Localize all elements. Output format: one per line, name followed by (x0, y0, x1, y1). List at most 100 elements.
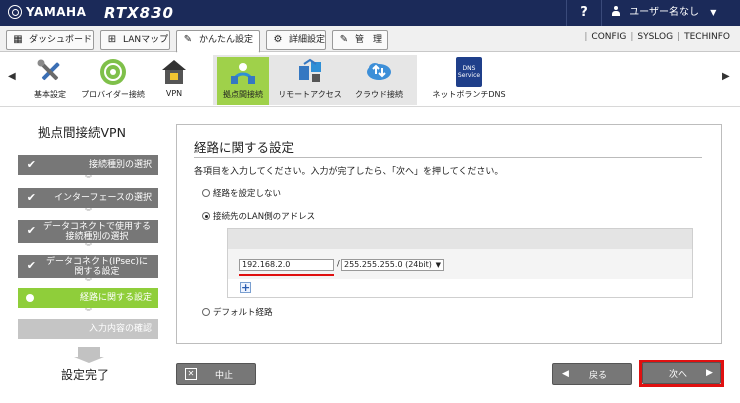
scroll-right-icon[interactable]: ▶ (722, 71, 730, 82)
nav-label: クラウド接続 (355, 90, 403, 99)
step-label: 入力内容の確認 (88, 324, 152, 334)
user-menu[interactable]: ユーザー名なし ▼ (612, 0, 740, 26)
radio-remote-lan-address[interactable]: 接続先のLAN側のアドレス (202, 210, 315, 222)
panel-title: 経路に関する設定 (194, 140, 295, 155)
tab-lan-map[interactable]: ⊞ LANマップ (100, 30, 170, 50)
current-step-dot-icon (26, 294, 34, 302)
wizard-complete-label: 設定完了 (61, 368, 110, 382)
ip-address-input[interactable]: 192.168.2.0 (239, 259, 334, 271)
nav-label: 拠点間接続 (223, 90, 263, 99)
tab-management[interactable]: ✎ 管 理 (332, 30, 388, 50)
yamaha-logo: YAMAHA (8, 5, 86, 19)
nav-basic-settings[interactable]: 基本設定 (22, 57, 78, 105)
nav-label: 基本設定 (34, 90, 66, 99)
radio-label: 経路を設定しない (213, 189, 282, 199)
dashboard-icon: ▦ (13, 34, 23, 45)
check-icon: ✔ (26, 224, 36, 237)
nav-cloud-connection[interactable]: クラウド接続 (347, 57, 411, 105)
nav-provider-connection[interactable]: プロバイダー接続 (80, 57, 146, 105)
user-name: ユーザー名なし (629, 7, 699, 18)
next-button[interactable]: 次へ ▶ (642, 362, 721, 384)
utility-links: | CONFIG | SYSLOG | TECHINFO (584, 32, 734, 42)
nav-remote-access[interactable]: リモートアクセス (276, 57, 344, 105)
netmask-select[interactable]: 255.255.255.0 (24bit) ▼ (341, 259, 444, 271)
lock-house-icon (159, 57, 189, 87)
panel-description: 各項目を入力してください。入力が完了したら、「次へ」を押してください。 (194, 167, 504, 177)
radio-button[interactable] (202, 308, 210, 316)
wizard-step-connection-type: ✔ 接続種別の選択 (18, 155, 158, 175)
arrow-right-icon: ▶ (706, 368, 713, 378)
chevron-down-icon: ︾ (85, 208, 92, 216)
remote-access-icon (295, 57, 325, 87)
wizard-title: 拠点間接続VPN (38, 125, 126, 140)
check-icon: ✔ (26, 191, 36, 204)
arrow-left-icon: ◀ (562, 369, 569, 379)
wizard-step-routing: 経路に関する設定 (18, 288, 158, 308)
scroll-left-icon[interactable]: ◀ (8, 71, 16, 82)
radio-label: 接続先のLAN側のアドレス (213, 212, 316, 222)
wizard-steps-panel: 拠点間接続VPN ✔ 接続種別の選択 ︾ ✔ インターフェースの選択 ︾ ✔ デ… (0, 108, 170, 403)
chevron-down-icon: ︾ (85, 175, 92, 183)
step-label: データコネクトで使用する接続種別の選択 (42, 221, 151, 242)
nav-label: プロバイダー接続 (81, 90, 145, 99)
step-label: 経路に関する設定 (79, 293, 152, 303)
chevron-down-icon: ︾ (85, 278, 92, 286)
nav-netvolante-dns[interactable]: DNS Service ネットボランチDNS (428, 57, 510, 105)
routing-settings-panel: 経路に関する設定 各項目を入力してください。入力が完了したら、「次へ」を押してく… (176, 124, 722, 344)
techinfo-link[interactable]: TECHINFO (680, 32, 734, 42)
cancel-button[interactable]: ✕ 中止 (176, 363, 256, 385)
nav-label: VPN (165, 89, 183, 98)
next-button-highlight: 次へ ▶ (639, 360, 724, 387)
nav-vpn[interactable]: VPN (156, 57, 192, 105)
highlight-underline (239, 274, 334, 276)
wizard-step-interface: ✔ インターフェースの選択 (18, 188, 158, 208)
brand-name: YAMAHA (26, 5, 87, 19)
user-icon (612, 6, 620, 16)
title-divider (194, 157, 702, 158)
chevron-down-icon: ︾ (85, 243, 92, 251)
syslog-link[interactable]: SYSLOG (633, 32, 677, 42)
tools-icon (35, 57, 65, 87)
step-label: 接続種別の選択 (88, 160, 152, 170)
tab-dashboard[interactable]: ▦ ダッシュボード (6, 30, 94, 50)
address-row: 192.168.2.0 / 255.255.255.0 (24bit) ▼ (228, 249, 692, 279)
tab-label: LANマップ (123, 35, 169, 45)
site-vpn-icon (228, 57, 258, 87)
dns-service-icon: DNS Service (456, 57, 482, 87)
tab-label: 管 理 (355, 35, 383, 45)
netmask-value: 255.255.255.0 (24bit) (344, 260, 432, 269)
check-icon: ✔ (26, 259, 36, 272)
radio-button[interactable] (202, 212, 210, 220)
address-table-header (228, 229, 692, 249)
tab-label: かんたん設定 (199, 35, 254, 45)
top-bar: YAMAHA RTX830 ? ユーザー名なし ▼ (0, 0, 740, 26)
nav-label: リモートアクセス (278, 90, 342, 99)
globe-icon (98, 57, 128, 87)
yamaha-mark-icon (8, 5, 22, 19)
radio-button[interactable] (202, 189, 210, 197)
wizard-step-ipsec: ✔ データコネクト(IPsec)に関する設定 (18, 255, 158, 278)
cloud-icon (364, 57, 394, 87)
chevron-down-icon: ︾ (85, 308, 92, 316)
tab-easy-setup[interactable]: ✎ かんたん設定 (176, 30, 260, 53)
model-name: RTX830 (104, 4, 174, 22)
tab-label: 詳細設定 (289, 35, 326, 45)
tab-advanced-settings[interactable]: ⚙ 詳細設定 (266, 30, 326, 50)
nav-site-to-site[interactable]: 拠点間接続 (217, 57, 269, 105)
radio-default-route[interactable]: デフォルト経路 (202, 306, 273, 318)
wrench-icon: ✎ (339, 34, 349, 45)
step-label: データコネクト(IPsec)に関する設定 (45, 256, 149, 277)
next-label: 次へ (669, 369, 688, 380)
nav-label: ネットボランチDNS (432, 90, 506, 99)
config-link[interactable]: CONFIG (587, 32, 630, 42)
radio-no-route[interactable]: 経路を設定しない (202, 187, 281, 199)
chevron-down-icon: ▼ (710, 8, 717, 17)
back-button[interactable]: ◀ 戻る (552, 363, 632, 385)
help-button[interactable]: ? (566, 0, 602, 26)
radio-label: デフォルト経路 (213, 308, 273, 318)
add-row-button[interactable]: + (240, 282, 251, 293)
down-arrow-icon (74, 347, 104, 363)
chevron-down-icon: ▼ (435, 261, 441, 269)
close-icon: ✕ (185, 368, 197, 380)
wizard-icon: ✎ (183, 34, 193, 45)
